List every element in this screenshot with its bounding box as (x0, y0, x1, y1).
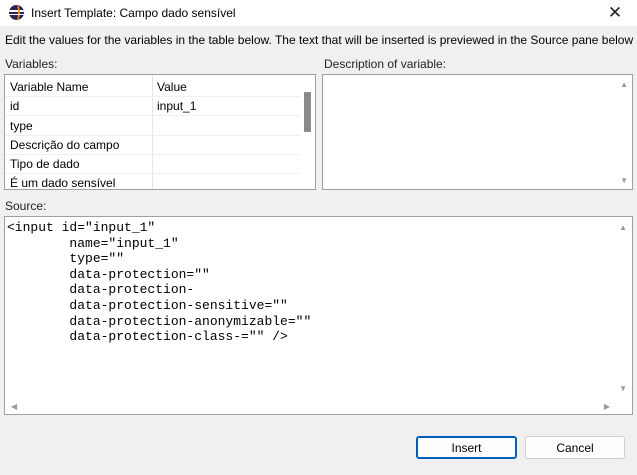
table-header: Variable Name Value (5, 77, 301, 96)
variable-name-cell: id (10, 99, 20, 113)
scroll-right-arrow-icon[interactable]: ▶ (604, 403, 610, 411)
scroll-down-arrow-icon[interactable]: ▼ (620, 177, 628, 185)
variables-table[interactable]: Variable Name Value id input_1 type Desc… (4, 74, 316, 190)
table-row[interactable]: id input_1 (5, 96, 301, 115)
close-button[interactable]: ✕ (593, 0, 637, 26)
insert-button[interactable]: Insert (416, 436, 517, 459)
scroll-up-arrow-icon[interactable]: ▲ (620, 81, 628, 89)
title-bar: Insert Template: Campo dado sensível ✕ (0, 0, 637, 26)
description-of-variable-pane[interactable]: ▲ ▼ (322, 74, 633, 190)
scroll-left-arrow-icon[interactable]: ◀ (11, 403, 17, 411)
column-header-variable-name: Variable Name (10, 80, 89, 94)
eclipse-icon (9, 5, 24, 20)
table-row[interactable]: Tipo de dado (5, 154, 301, 173)
source-code-text: <input id="input_1" name="input_1" type=… (7, 220, 312, 345)
variable-name-cell: É um dado sensível (10, 176, 116, 190)
table-row[interactable]: É um dado sensível (5, 173, 301, 190)
scroll-up-arrow-icon[interactable]: ▲ (619, 224, 627, 232)
variable-value-cell[interactable]: input_1 (157, 99, 196, 113)
table-row[interactable]: type (5, 116, 301, 135)
variables-vertical-scrollbar[interactable] (300, 75, 315, 189)
variable-name-cell: type (10, 119, 33, 133)
window-title: Insert Template: Campo dado sensível (31, 6, 236, 20)
variables-label: Variables: (5, 57, 58, 71)
scroll-down-arrow-icon[interactable]: ▼ (619, 385, 627, 393)
source-preview-pane[interactable]: <input id="input_1" name="input_1" type=… (4, 216, 633, 415)
description-of-variable-label: Description of variable: (324, 57, 447, 71)
variable-name-cell: Descrição do campo (10, 138, 120, 152)
column-header-value: Value (157, 80, 187, 94)
cancel-button[interactable]: Cancel (525, 436, 625, 459)
instructions-text: Edit the values for the variables in the… (5, 33, 634, 47)
variable-name-cell: Tipo de dado (10, 157, 80, 171)
scrollbar-thumb[interactable] (304, 92, 311, 132)
table-row[interactable]: Descrição do campo (5, 135, 301, 154)
source-label: Source: (5, 199, 47, 213)
